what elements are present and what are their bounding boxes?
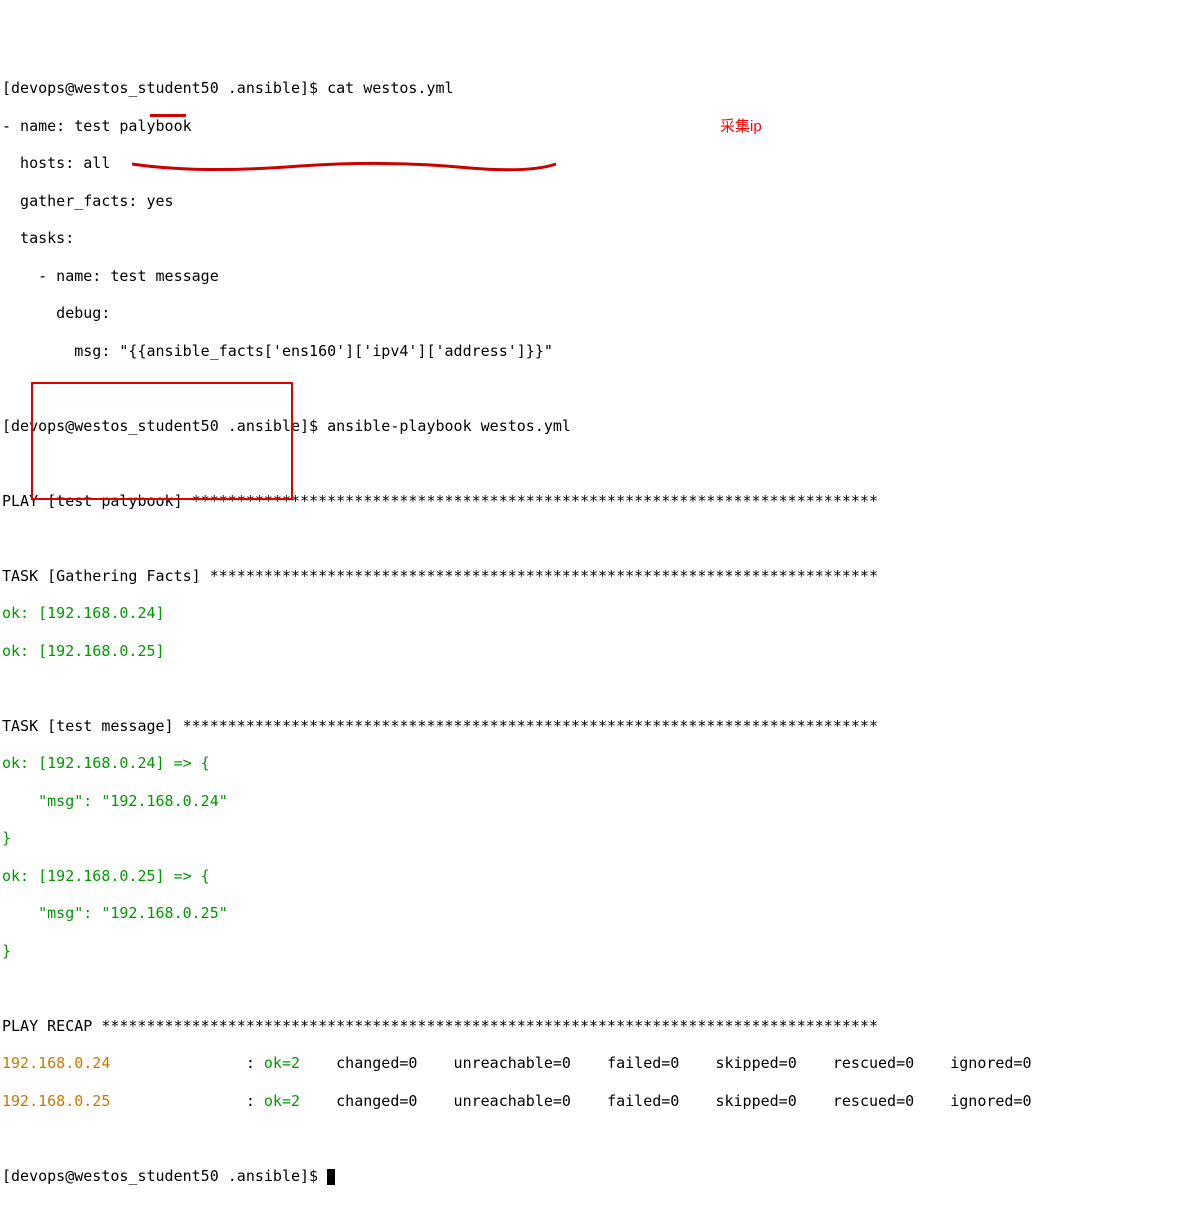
ok-msg-2b: "msg": "192.168.0.25" xyxy=(2,904,1182,923)
blank-line xyxy=(2,454,1182,473)
task-test-header: TASK [test message] ********************… xyxy=(2,717,1182,736)
ok-msg-1a: ok: [192.168.0.24] => { xyxy=(2,754,1182,773)
prompt-line-1: [devops@westos_student50 .ansible]$ cat … xyxy=(2,79,1182,98)
underline-yes-icon xyxy=(150,114,186,117)
ok-msg-1c: } xyxy=(2,829,1182,848)
prompt-line-3[interactable]: [devops@westos_student50 .ansible]$ xyxy=(2,1167,1182,1186)
yaml-line: msg: "{{ansible_facts['ens160']['ipv4'][… xyxy=(2,342,1182,361)
blank-line xyxy=(2,979,1182,998)
task-gather-header: TASK [Gathering Facts] *****************… xyxy=(2,567,1182,586)
annotation-label: 采集ip xyxy=(720,118,762,137)
yaml-line: gather_facts: yes xyxy=(2,192,1182,211)
yaml-line: debug: xyxy=(2,304,1182,323)
yaml-line: - name: test message xyxy=(2,267,1182,286)
recap-header: PLAY RECAP *****************************… xyxy=(2,1017,1182,1036)
yaml-line: tasks: xyxy=(2,229,1182,248)
prompt-line-2: [devops@westos_student50 .ansible]$ ansi… xyxy=(2,417,1182,436)
ok-msg-2a: ok: [192.168.0.25] => { xyxy=(2,867,1182,886)
recap-row-1: 192.168.0.24 : ok=2 changed=0 unreachabl… xyxy=(2,1054,1182,1073)
ok-msg-1b: "msg": "192.168.0.24" xyxy=(2,792,1182,811)
blank-line xyxy=(2,1129,1182,1148)
highlight-box-icon xyxy=(31,382,293,500)
play-header: PLAY [test palybook] *******************… xyxy=(2,492,1182,511)
blank-line xyxy=(2,379,1182,398)
recap-row-2: 192.168.0.25 : ok=2 changed=0 unreachabl… xyxy=(2,1092,1182,1111)
yaml-line: - name: test palybook xyxy=(2,117,1182,136)
yaml-line: hosts: all xyxy=(2,154,1182,173)
cursor-icon xyxy=(327,1169,335,1185)
blank-line xyxy=(2,529,1182,548)
blank-line xyxy=(2,679,1182,698)
ok-host-2: ok: [192.168.0.25] xyxy=(2,642,1182,661)
ok-host-1: ok: [192.168.0.24] xyxy=(2,604,1182,623)
ok-msg-2c: } xyxy=(2,942,1182,961)
